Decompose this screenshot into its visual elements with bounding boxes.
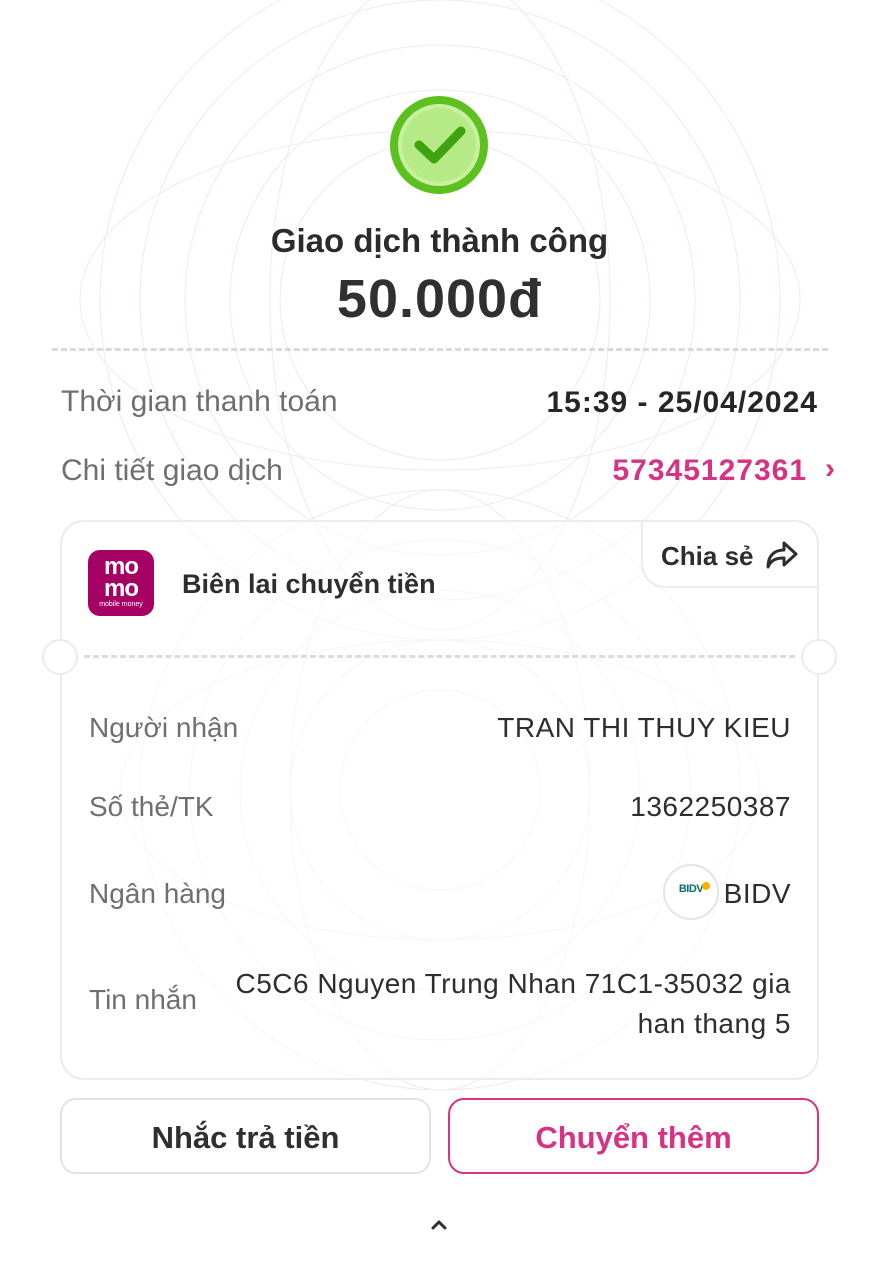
chevron-up-icon[interactable] bbox=[426, 1216, 452, 1234]
ticket-notch-right bbox=[801, 639, 837, 675]
payment-time-label: Thời gian thanh toán bbox=[61, 385, 338, 418]
bank-value: BIDV bbox=[723, 878, 791, 909]
receipt-title: Biên lai chuyển tiền bbox=[182, 569, 436, 599]
transfer-more-button[interactable]: Chuyển thêm bbox=[448, 1098, 819, 1174]
payment-time-value: 15:39 - 25/04/2024 bbox=[546, 386, 818, 419]
share-button[interactable]: Chia sẻ bbox=[641, 520, 819, 588]
receipt-card: mo mo mobile money Biên lai chuyển tiền … bbox=[40, 520, 839, 1080]
bidv-logo-icon: BIDV bbox=[663, 864, 719, 920]
recipient-label: Người nhận bbox=[89, 712, 239, 743]
chevron-right-icon[interactable]: › bbox=[825, 452, 835, 486]
momo-logo: mo mo mobile money bbox=[88, 550, 154, 616]
share-label: Chia sẻ bbox=[661, 541, 754, 571]
transaction-amount: 50.000đ bbox=[336, 269, 543, 329]
account-number-label: Số thẻ/TK bbox=[89, 791, 214, 822]
transaction-detail-label: Chi tiết giao dịch bbox=[61, 454, 283, 487]
status-title: Giao dịch thành công bbox=[270, 222, 609, 259]
remind-payment-button[interactable]: Nhắc trả tiền bbox=[60, 1098, 431, 1174]
share-arrow-icon bbox=[766, 541, 798, 569]
account-number-value: 1362250387 bbox=[630, 791, 791, 822]
divider bbox=[52, 348, 828, 351]
recipient-value: TRAN THI THUY KIEU bbox=[497, 712, 791, 743]
message-value: C5C6 Nguyen Trung Nhan 71C1-35032 gia ha… bbox=[235, 968, 791, 1039]
bank-label: Ngân hàng bbox=[89, 878, 227, 909]
ticket-notch-left bbox=[42, 639, 78, 675]
receipt-divider bbox=[84, 655, 795, 658]
check-circle-icon bbox=[390, 96, 488, 194]
message-label: Tin nhắn bbox=[89, 984, 197, 1015]
transaction-id-link[interactable]: 57345127361 bbox=[612, 454, 807, 488]
